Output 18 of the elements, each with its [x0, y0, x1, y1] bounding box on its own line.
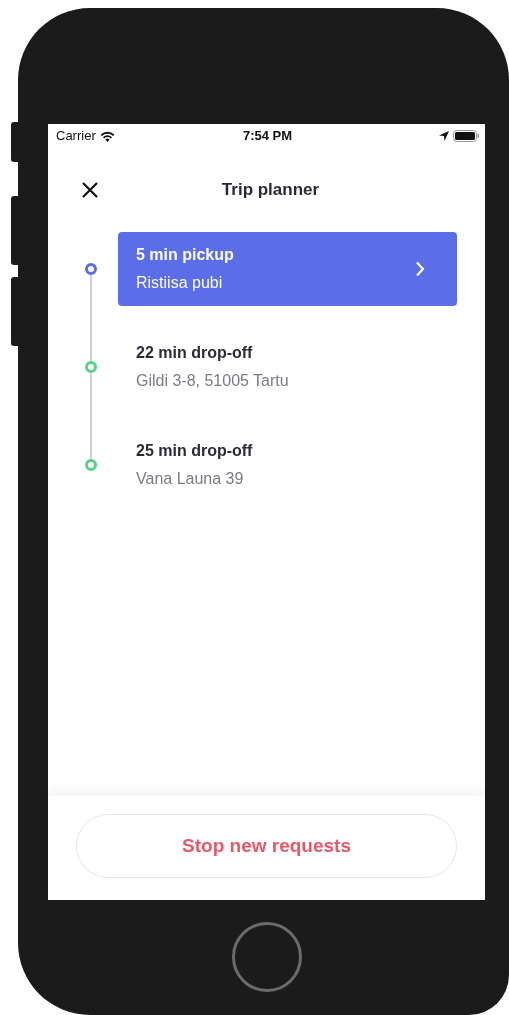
- stop-eta: 5 min pickup: [136, 245, 235, 265]
- battery-icon: [453, 130, 479, 142]
- home-button[interactable]: [232, 922, 302, 992]
- status-time: 7:54 PM: [242, 127, 293, 146]
- carrier-label: Carrier: [56, 127, 96, 146]
- screen-title: Trip planner: [220, 179, 321, 202]
- location-arrow-icon: [439, 131, 449, 141]
- stop-address: Gildi 3-8, 51005 Tartu: [136, 371, 290, 391]
- stop-item[interactable]: 22 min drop-off Gildi 3-8, 51005 Tartu: [118, 330, 457, 404]
- close-button[interactable]: [81, 181, 99, 199]
- wifi-icon: [99, 130, 115, 142]
- stop-address: Ristiisa pubi: [136, 273, 224, 293]
- stop-eta: 22 min drop-off: [136, 343, 254, 363]
- stop-eta: 25 min drop-off: [136, 441, 254, 461]
- stop-address: Vana Launa 39: [136, 469, 245, 489]
- stop-item[interactable]: 25 min drop-off Vana Launa 39: [118, 428, 457, 502]
- stop-item[interactable]: 5 min pickup Ristiisa pubi: [118, 232, 457, 306]
- chevron-right-icon: [415, 261, 425, 277]
